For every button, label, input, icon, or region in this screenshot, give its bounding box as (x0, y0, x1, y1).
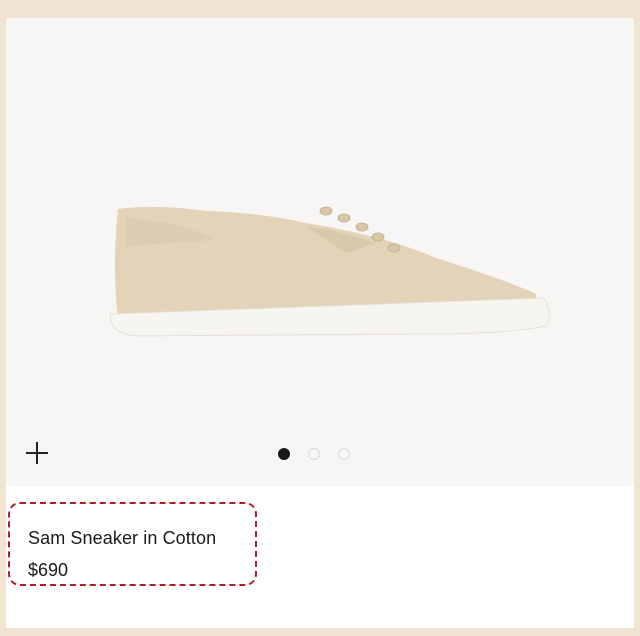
product-image-area[interactable] (6, 18, 634, 486)
product-image[interactable] (6, 18, 634, 486)
carousel-dot-2[interactable] (308, 448, 320, 460)
product-info-highlight: Sam Sneaker in Cotton $690 (8, 502, 257, 586)
product-name[interactable]: Sam Sneaker in Cotton (28, 528, 216, 549)
carousel-dot-1[interactable] (278, 448, 290, 460)
product-price: $690 (28, 560, 69, 580)
carousel-dots (278, 448, 350, 460)
plus-icon[interactable] (26, 442, 48, 464)
carousel-dot-3[interactable] (338, 448, 350, 460)
